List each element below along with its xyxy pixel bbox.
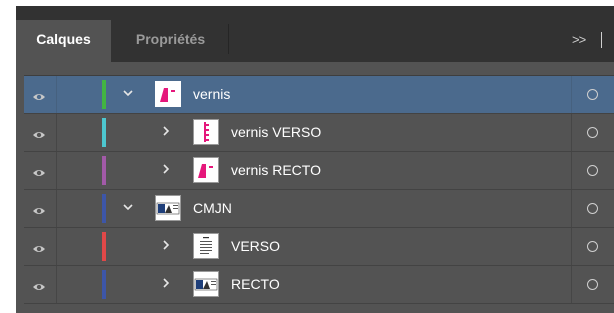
visibility-eye-icon[interactable] [32, 203, 46, 214]
layer-row[interactable]: vernis VERSO [24, 114, 614, 152]
visibility-eye-icon[interactable] [32, 89, 46, 100]
layer-row[interactable]: VERSO [24, 228, 614, 266]
target-circle-icon[interactable] [587, 89, 598, 100]
layer-name[interactable]: vernis RECTO [231, 162, 321, 178]
layer-color-swatch [102, 156, 106, 185]
layer-name[interactable]: VERSO [231, 238, 280, 254]
target-circle-icon[interactable] [587, 203, 598, 214]
layer-name[interactable]: vernis [193, 86, 230, 102]
layers-panel: Calques Propriétés >> vernis vernis VERSO… [16, 6, 614, 313]
layer-thumbnail [155, 195, 181, 221]
layer-thumbnail [193, 271, 219, 297]
chevron-right-icon[interactable] [159, 276, 173, 290]
column-divider [56, 190, 57, 227]
column-divider [56, 76, 57, 113]
visibility-eye-icon[interactable] [32, 165, 46, 176]
visibility-eye-icon[interactable] [32, 279, 46, 290]
panel-menu-divider [601, 32, 602, 48]
layer-color-swatch [102, 118, 106, 147]
layer-color-swatch [102, 232, 106, 261]
column-divider [571, 114, 572, 151]
layer-row[interactable]: CMJN [24, 190, 614, 228]
target-circle-icon[interactable] [587, 127, 598, 138]
visibility-eye-icon[interactable] [32, 241, 46, 252]
layer-color-swatch [102, 194, 106, 223]
column-divider [56, 228, 57, 265]
layer-color-swatch [102, 80, 106, 109]
column-divider [571, 152, 572, 189]
column-divider [56, 114, 57, 151]
column-divider [571, 228, 572, 265]
layer-color-swatch [102, 270, 106, 299]
column-divider [56, 152, 57, 189]
layer-thumbnail [193, 157, 219, 183]
layer-row[interactable]: vernis [24, 76, 614, 114]
layer-name[interactable]: CMJN [193, 200, 232, 216]
tab-calques[interactable]: Calques [16, 20, 111, 62]
layer-thumbnail [193, 119, 219, 145]
layer-thumbnail [193, 233, 219, 259]
layer-thumbnail [155, 81, 181, 107]
target-circle-icon[interactable] [587, 279, 598, 290]
chevron-down-icon[interactable] [121, 200, 135, 214]
chevron-down-icon[interactable] [121, 86, 135, 100]
target-circle-icon[interactable] [587, 241, 598, 252]
chevron-right-icon[interactable] [159, 238, 173, 252]
panel-tab-bar: Calques Propriétés >> [16, 6, 614, 62]
collapse-panel-icon[interactable]: >> [572, 32, 586, 47]
column-divider [571, 266, 572, 303]
tab-separator [228, 24, 229, 54]
layer-name[interactable]: vernis VERSO [231, 124, 321, 140]
column-divider [571, 76, 572, 113]
layer-row[interactable]: vernis RECTO [24, 152, 614, 190]
column-divider [56, 266, 57, 303]
target-circle-icon[interactable] [587, 165, 598, 176]
layer-row[interactable]: RECTO [24, 266, 614, 304]
visibility-eye-icon[interactable] [32, 127, 46, 138]
layer-name[interactable]: RECTO [231, 276, 280, 292]
tab-proprietes[interactable]: Propriétés [113, 20, 228, 62]
layer-list: vernis vernis VERSO vernis RECTO CMJN VERSO R… [24, 75, 614, 304]
chevron-right-icon[interactable] [159, 124, 173, 138]
chevron-right-icon[interactable] [159, 162, 173, 176]
column-divider [571, 190, 572, 227]
